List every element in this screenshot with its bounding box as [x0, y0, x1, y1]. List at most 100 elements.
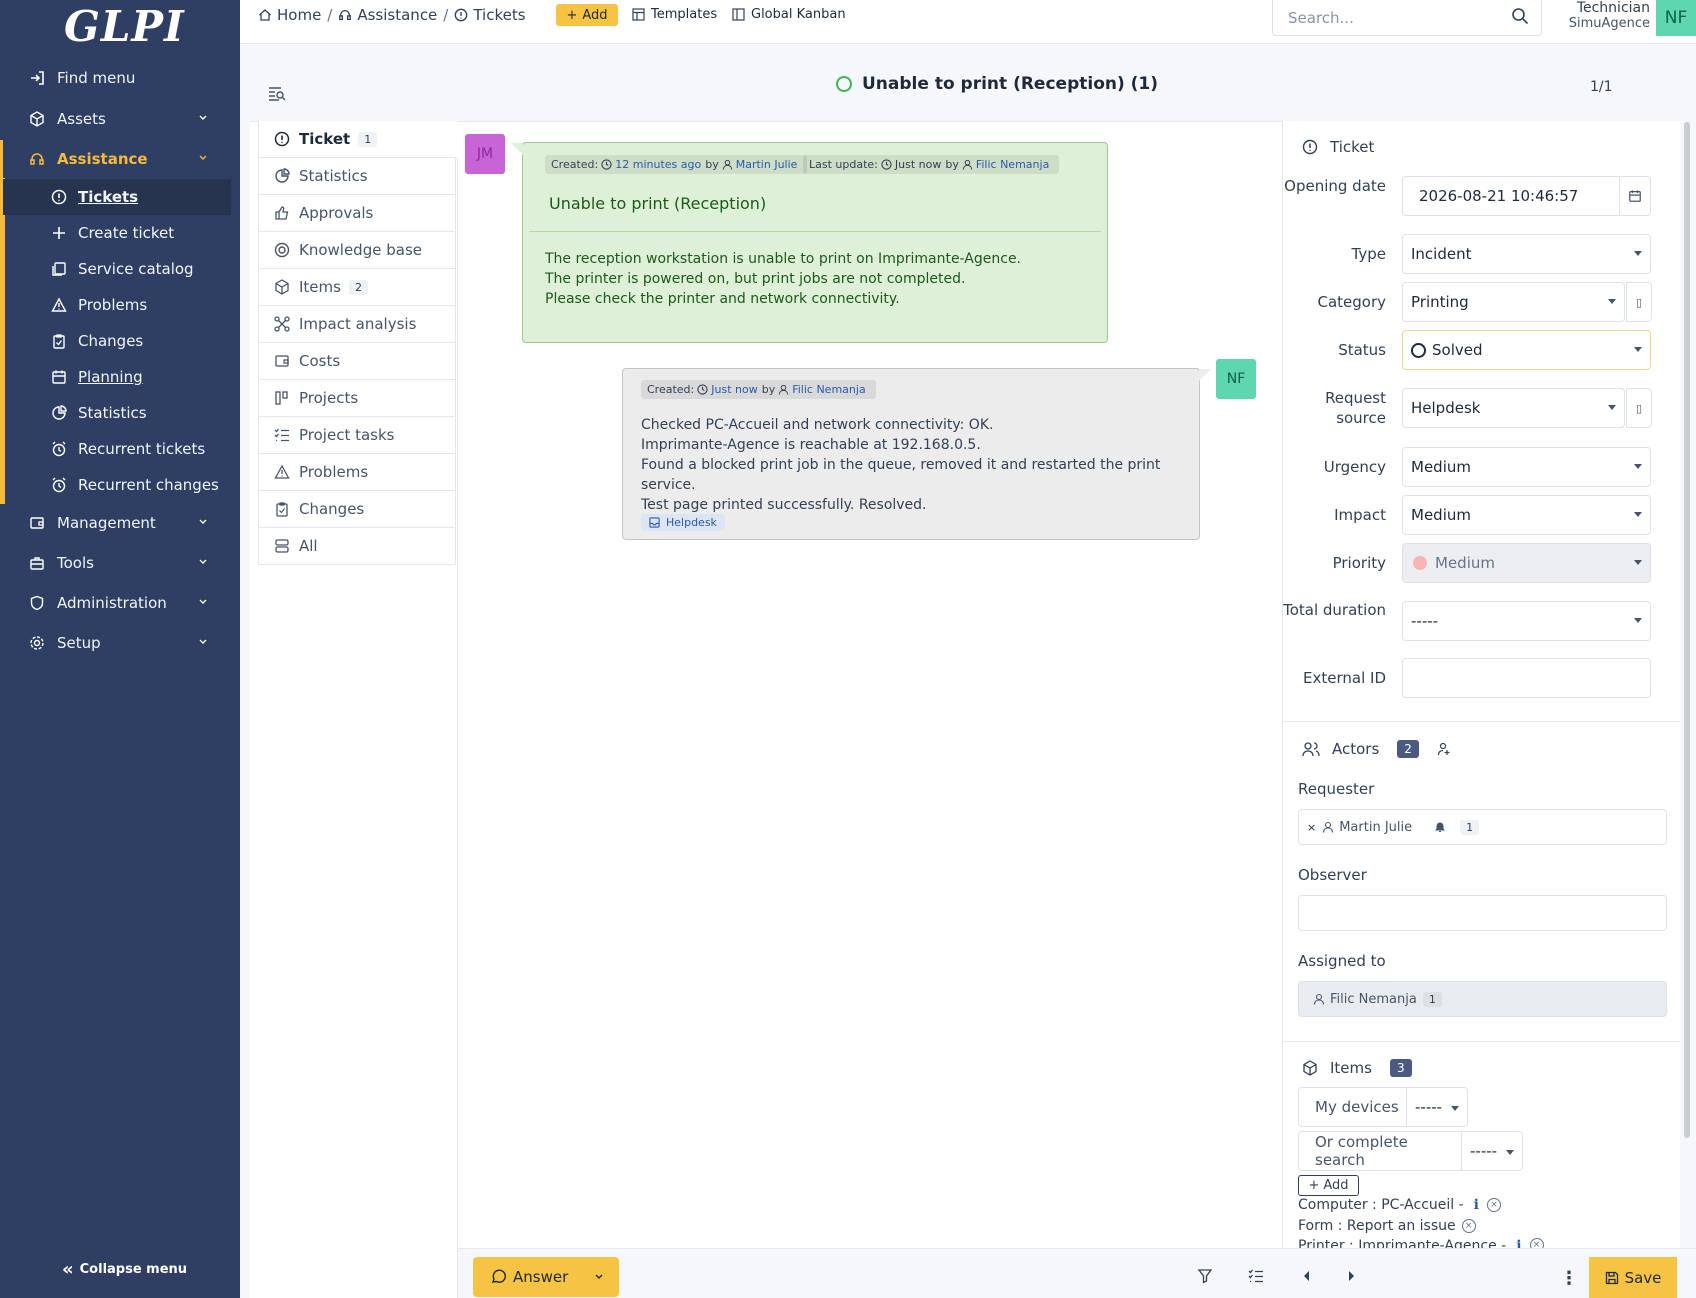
user-profile[interactable]: Technician SimuAgence: [1542, 0, 1650, 31]
sidebar-sub-changes[interactable]: Changes: [3, 323, 231, 359]
followup-content: The reception workstation is unable to p…: [545, 249, 1021, 309]
complete-search-button[interactable]: Or complete search: [1298, 1131, 1462, 1171]
list-check-icon: [273, 427, 291, 443]
sidebar-item-tools[interactable]: Tools: [0, 544, 240, 582]
tab-changes[interactable]: Changes: [258, 491, 456, 528]
toggle-menu-icon[interactable]: [268, 86, 286, 102]
category-select[interactable]: Printing ▯: [1402, 282, 1652, 322]
author-link[interactable]: Filic Nemanja: [792, 383, 865, 396]
urgency-select[interactable]: Medium: [1402, 447, 1651, 487]
remove-circle-icon[interactable]: ×: [1487, 1198, 1501, 1212]
add-actor-icon[interactable]: [1437, 742, 1451, 756]
sidebar-item-assistance[interactable]: Assistance: [0, 140, 240, 178]
templates-label: Templates: [651, 7, 718, 22]
actors-section-header[interactable]: Actors 2: [1302, 740, 1451, 758]
info-button[interactable]: ▯: [1626, 388, 1652, 428]
linked-item-label[interactable]: Form : Report an issue: [1298, 1218, 1456, 1234]
status-select[interactable]: Solved: [1402, 330, 1651, 370]
list-check-icon[interactable]: [1248, 1268, 1264, 1284]
author-link[interactable]: Filic Nemanja: [976, 158, 1049, 171]
tab-costs[interactable]: Costs: [258, 343, 456, 380]
remove-circle-icon[interactable]: ×: [1529, 1238, 1544, 1248]
content-line: Checked PC-Accueil and network connectiv…: [641, 417, 994, 433]
type-select[interactable]: Incident: [1402, 234, 1651, 274]
sidebar-sub-recurrent-changes[interactable]: Recurrent changes: [3, 467, 231, 503]
tab-impact-analysis[interactable]: Impact analysis: [258, 306, 456, 343]
more-options-icon[interactable]: ⋮: [1558, 1263, 1580, 1293]
find-menu[interactable]: Find menu: [0, 59, 240, 97]
sidebar-sub-problems[interactable]: Problems: [3, 287, 231, 323]
sidebar-sub-planning[interactable]: Planning: [3, 359, 231, 395]
add-item-button[interactable]: + Add: [1298, 1175, 1359, 1196]
opening-date-field[interactable]: 2026-08-21 10:46:57: [1402, 176, 1651, 216]
info-icon[interactable]: i: [1516, 1238, 1521, 1248]
tab-project-tasks[interactable]: Project tasks: [258, 417, 456, 454]
breadcrumb-assistance[interactable]: Assistance: [357, 6, 437, 24]
tab-ticket[interactable]: Ticket 1: [258, 121, 457, 158]
global-kanban-link[interactable]: Global Kanban: [732, 7, 846, 22]
sidebar-sub-create-ticket[interactable]: Create ticket: [3, 215, 231, 251]
items-section-header[interactable]: Items 3: [1302, 1059, 1412, 1077]
tab-label: Problems: [299, 463, 369, 481]
entity-name: SimuAgence: [1568, 16, 1650, 31]
sidebar-item-assets[interactable]: Assets: [0, 100, 240, 138]
collapse-menu-button[interactable]: « Collapse menu: [62, 1259, 187, 1280]
remove-icon[interactable]: ×: [1307, 821, 1316, 834]
scrollbar[interactable]: [1684, 122, 1690, 1138]
external-id-label: External ID: [1303, 669, 1386, 687]
filter-icon[interactable]: [1197, 1268, 1213, 1284]
calendar-icon[interactable]: [1619, 176, 1651, 216]
observer-field[interactable]: [1298, 895, 1667, 931]
sidebar-sub-recurrent-tickets[interactable]: Recurrent tickets: [3, 431, 231, 467]
tab-items[interactable]: Items 2: [258, 269, 456, 306]
chevron-down-icon[interactable]: [594, 1272, 604, 1282]
info-button[interactable]: ▯: [1626, 282, 1652, 322]
search-input[interactable]: Search...: [1272, 0, 1542, 36]
tab-all[interactable]: All: [258, 528, 456, 565]
search-icon[interactable]: [1511, 7, 1529, 25]
tab-approvals[interactable]: Approvals: [258, 195, 456, 232]
breadcrumb: Home / Assistance / Tickets: [258, 6, 526, 24]
caret-right-icon[interactable]: [1346, 1270, 1356, 1282]
my-devices-button[interactable]: My devices: [1298, 1087, 1407, 1127]
my-devices-select[interactable]: -----: [1406, 1087, 1468, 1127]
tab-label: Projects: [299, 389, 359, 407]
answer-button[interactable]: Answer: [473, 1257, 619, 1297]
requester-label: Requester: [1298, 780, 1375, 798]
linked-item-label[interactable]: Computer : PC-Accueil -: [1298, 1197, 1464, 1213]
linked-item-label[interactable]: Printer : Imprimante-Agence -: [1298, 1238, 1506, 1248]
remove-circle-icon[interactable]: ×: [1461, 1219, 1476, 1233]
tab-knowledge-base[interactable]: Knowledge base: [258, 232, 456, 269]
caret-left-icon[interactable]: [1302, 1270, 1312, 1282]
clock-icon: [601, 159, 612, 170]
complete-search-select[interactable]: -----: [1461, 1131, 1523, 1171]
sidebar-item-management[interactable]: Management: [0, 504, 240, 542]
breadcrumb-tickets[interactable]: Tickets: [473, 6, 525, 24]
external-id-field[interactable]: [1402, 658, 1651, 698]
breadcrumb-home[interactable]: Home: [277, 6, 321, 24]
ticket-section-header[interactable]: Ticket: [1302, 138, 1374, 156]
info-icon[interactable]: i: [1474, 1197, 1479, 1213]
templates-link[interactable]: Templates: [632, 7, 717, 22]
sidebar-sub-service-catalog[interactable]: Service catalog: [3, 251, 231, 287]
sidebar-sub-tickets[interactable]: Tickets: [3, 179, 231, 215]
tab-problems[interactable]: Problems: [258, 454, 456, 491]
sidebar-item-administration[interactable]: Administration: [0, 584, 240, 622]
request-source-select[interactable]: Helpdesk ▯: [1402, 388, 1652, 428]
tab-projects[interactable]: Projects: [258, 380, 456, 417]
impact-select[interactable]: Medium: [1402, 495, 1651, 535]
requester-field[interactable]: × Martin Julie 1: [1298, 809, 1667, 845]
author-link[interactable]: Martin Julie: [736, 158, 798, 171]
sidebar-sub-statistics[interactable]: Statistics: [3, 395, 231, 431]
sidebar-item-setup[interactable]: Setup: [0, 624, 240, 662]
tab-statistics[interactable]: Statistics: [258, 158, 456, 195]
assigned-to-field[interactable]: Filic Nemanja 1: [1298, 981, 1667, 1017]
avatar[interactable]: NF: [1656, 0, 1696, 36]
update-label: Last update:: [809, 158, 878, 171]
glpi-logo[interactable]: GLPI: [64, 2, 185, 51]
save-button[interactable]: Save: [1589, 1257, 1677, 1298]
bell-icon[interactable]: [1434, 821, 1446, 833]
total-duration-select[interactable]: -----: [1402, 601, 1651, 641]
add-button[interactable]: + Add: [556, 4, 618, 26]
sidebar-sub-label: Recurrent changes: [78, 476, 219, 494]
